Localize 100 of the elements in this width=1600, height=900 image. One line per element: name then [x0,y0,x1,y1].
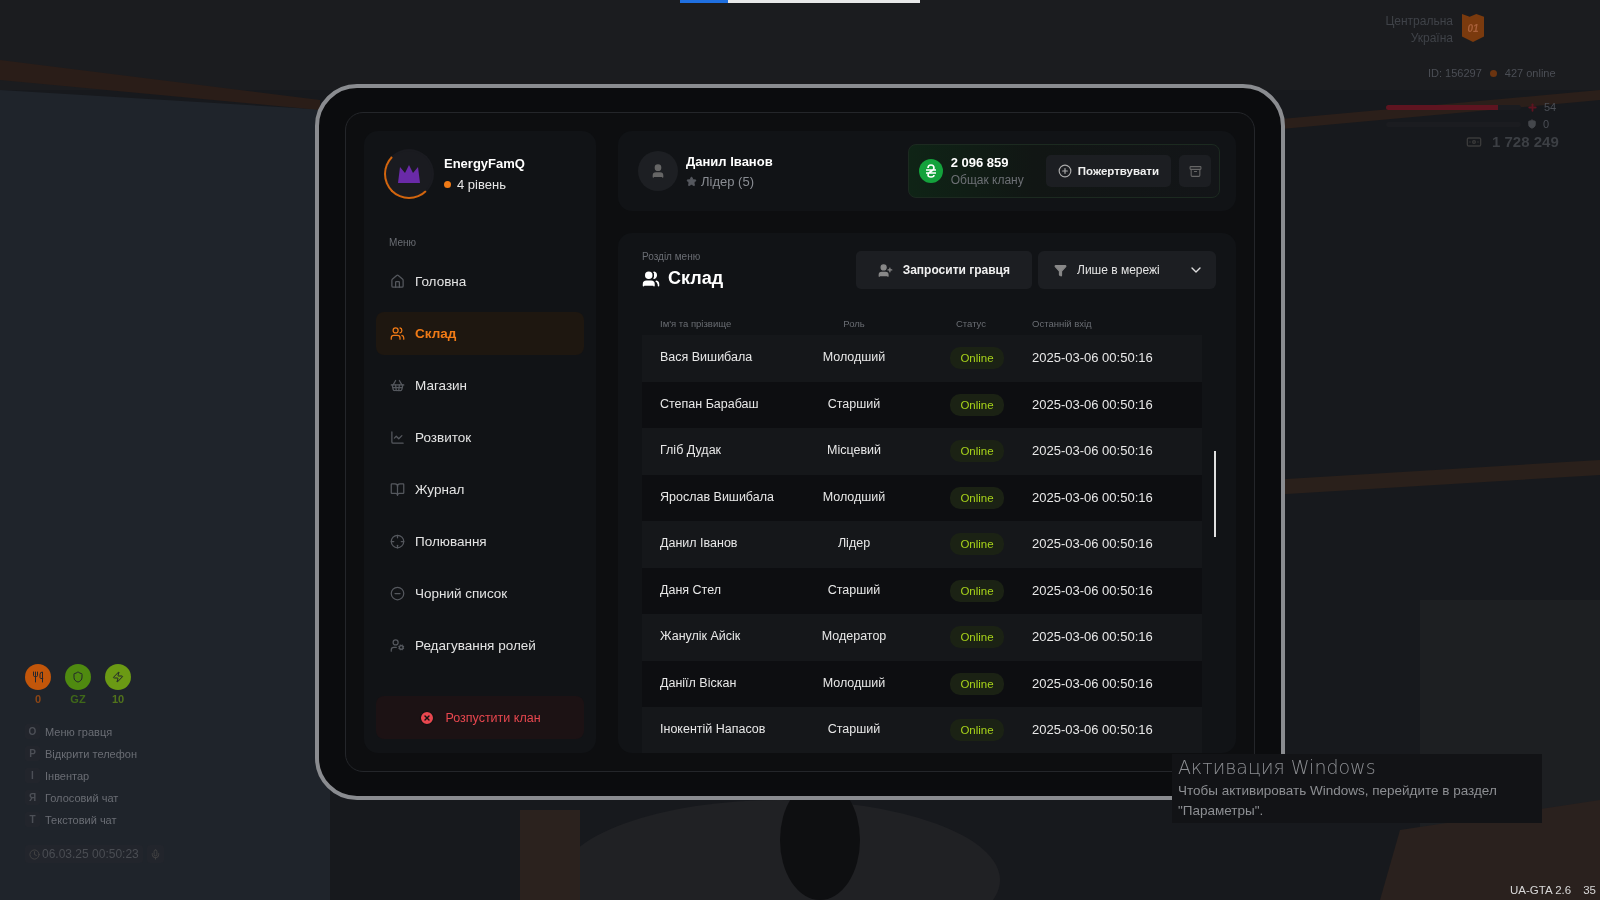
star-icon [686,175,697,187]
clock-icon [29,848,40,860]
table-cell-text: 2025-03-06 00:50:16 [1032,723,1154,738]
people-icon [642,269,660,288]
nav-item[interactable]: Чорний список [376,572,584,615]
status-badge: Online [950,440,1004,463]
status-badge: Online [950,579,1004,602]
status-badge: Online [950,486,1004,509]
user-name: Данил Іванов [686,153,773,169]
user-gear-icon [390,638,405,653]
table-cell-text: Гліб Дудак [660,444,723,459]
archive-button[interactable] [1179,155,1211,187]
crosshair-icon [390,534,405,549]
level-dot [444,181,451,188]
hint-label: Голосовий чат [45,791,119,804]
table-cell-text: Старший [826,583,882,598]
stat-value: GZ [70,693,86,705]
balance-label: Общак клану [950,173,1024,187]
table-cell-text: 2025-03-06 00:50:16 [1032,490,1154,505]
table-cell-text: Модератор [820,630,888,645]
shield-icon [1527,119,1537,129]
table-cell-text: Молодший [821,676,887,691]
column-header: Роль [842,317,866,329]
section-title: Склад [668,268,724,289]
plus-icon [1527,101,1538,113]
people-icon [390,326,405,341]
nav-item[interactable]: Редагування ролей [376,624,584,667]
mic-icon [149,848,161,860]
hint-label: Текстовий чат [45,813,117,826]
user-plus-icon [877,262,893,278]
shield-icon [72,671,84,683]
column-header: Ім'я та прізвище [660,317,733,329]
activation-text: Чтобы активировать Windows, перейдите в раздел "Параметры". [1178,782,1498,820]
nav-item[interactable]: Журнал [376,468,584,511]
stat-value: 10 [111,693,125,705]
filter-dropdown[interactable]: Лише в мережі [1038,251,1216,289]
table-cell-text: 2025-03-06 00:50:16 [1032,630,1154,645]
plus-circle-icon [1057,164,1072,178]
table-cell-text: Лідер [836,537,872,552]
nav-item[interactable]: Головна [376,260,584,303]
funnel-icon [1054,263,1067,277]
build-version: UA-GTA 2.6 [1510,884,1572,896]
nav-item[interactable]: Розвиток [376,416,584,459]
person-icon [650,163,666,179]
table-cell-text: Місцевий [826,444,882,459]
status-badge: Online [950,347,1004,370]
table-cell-text: Старший [826,397,882,412]
status-badge: Online [950,393,1004,416]
nav-item[interactable]: Склад [376,312,584,355]
nav-item[interactable]: Полювання [376,520,584,563]
clan-name: EnergyFamQ [444,156,525,171]
status-badge: Online [950,533,1004,556]
book-icon [390,482,405,497]
stat-value: 0 [34,693,42,705]
status-badge: Online [950,626,1004,649]
close-icon [419,709,436,726]
online-dot [1489,69,1497,77]
activation-title: Активация Windows [1178,756,1377,778]
hint-label: Меню гравця [45,725,113,738]
table-cell-text: 2025-03-06 00:50:16 [1032,351,1154,366]
health-value: 54 [1544,101,1557,113]
clan-emblem-icon [396,163,422,185]
column-header: Останній вхід [1032,317,1093,329]
nav-item[interactable]: Магазин [376,364,584,407]
table-cell-text: Інокентій Напасов [660,723,767,738]
table-cell-text: Молодший [821,490,887,505]
table-cell-text: Степан Барабаш [660,397,760,412]
fps-counter: 35 [1583,884,1596,896]
table-cell-text: Даніїл Віскан [660,676,738,691]
table-cell-text: Данил Іванов [660,537,739,552]
lightning-icon [112,671,124,683]
column-header: Статус [955,317,987,329]
section-caption: Розділ меню [642,251,702,262]
basket-icon [390,378,405,393]
archive-icon [1188,164,1202,178]
hryvnia-coin-icon [918,159,943,183]
fork-knife-icon [32,671,44,683]
disband-button[interactable]: Розпустити клан [376,696,584,739]
status-badge: Online [950,672,1004,695]
table-cell-text: Жанулік Айсік [660,630,742,645]
donate-button[interactable]: Пожертвувати [1045,155,1171,187]
table-cell-text: 2025-03-06 00:50:16 [1032,676,1154,691]
table-cell-text: Старший [826,723,882,738]
table-cell-text: Ярослав Вишибала [660,490,775,505]
table-cell-text: 2025-03-06 00:50:16 [1032,583,1154,598]
invite-button[interactable]: Запросити гравця [855,251,1032,289]
table-cell-text: 2025-03-06 00:50:16 [1032,537,1154,552]
menu-heading: Меню [389,237,418,248]
clan-level: 4 рівень [457,177,506,192]
table-cell-text: Даня Стел [660,583,722,598]
table-cell-text: Вася Вишибала [660,351,754,366]
minus-circle-icon [390,586,405,601]
user-role: Лідер (5) [701,173,754,189]
hint-label: Відкрити телефон [45,747,137,760]
table-cell-text: Молодший [821,351,887,366]
chart-icon [390,430,405,445]
hint-label: Інвентар [45,769,90,782]
table-cell-text: 2025-03-06 00:50:16 [1032,397,1154,412]
table-cell-text: 2025-03-06 00:50:16 [1032,444,1154,459]
balance-amount: 2 096 859 [950,155,1010,170]
